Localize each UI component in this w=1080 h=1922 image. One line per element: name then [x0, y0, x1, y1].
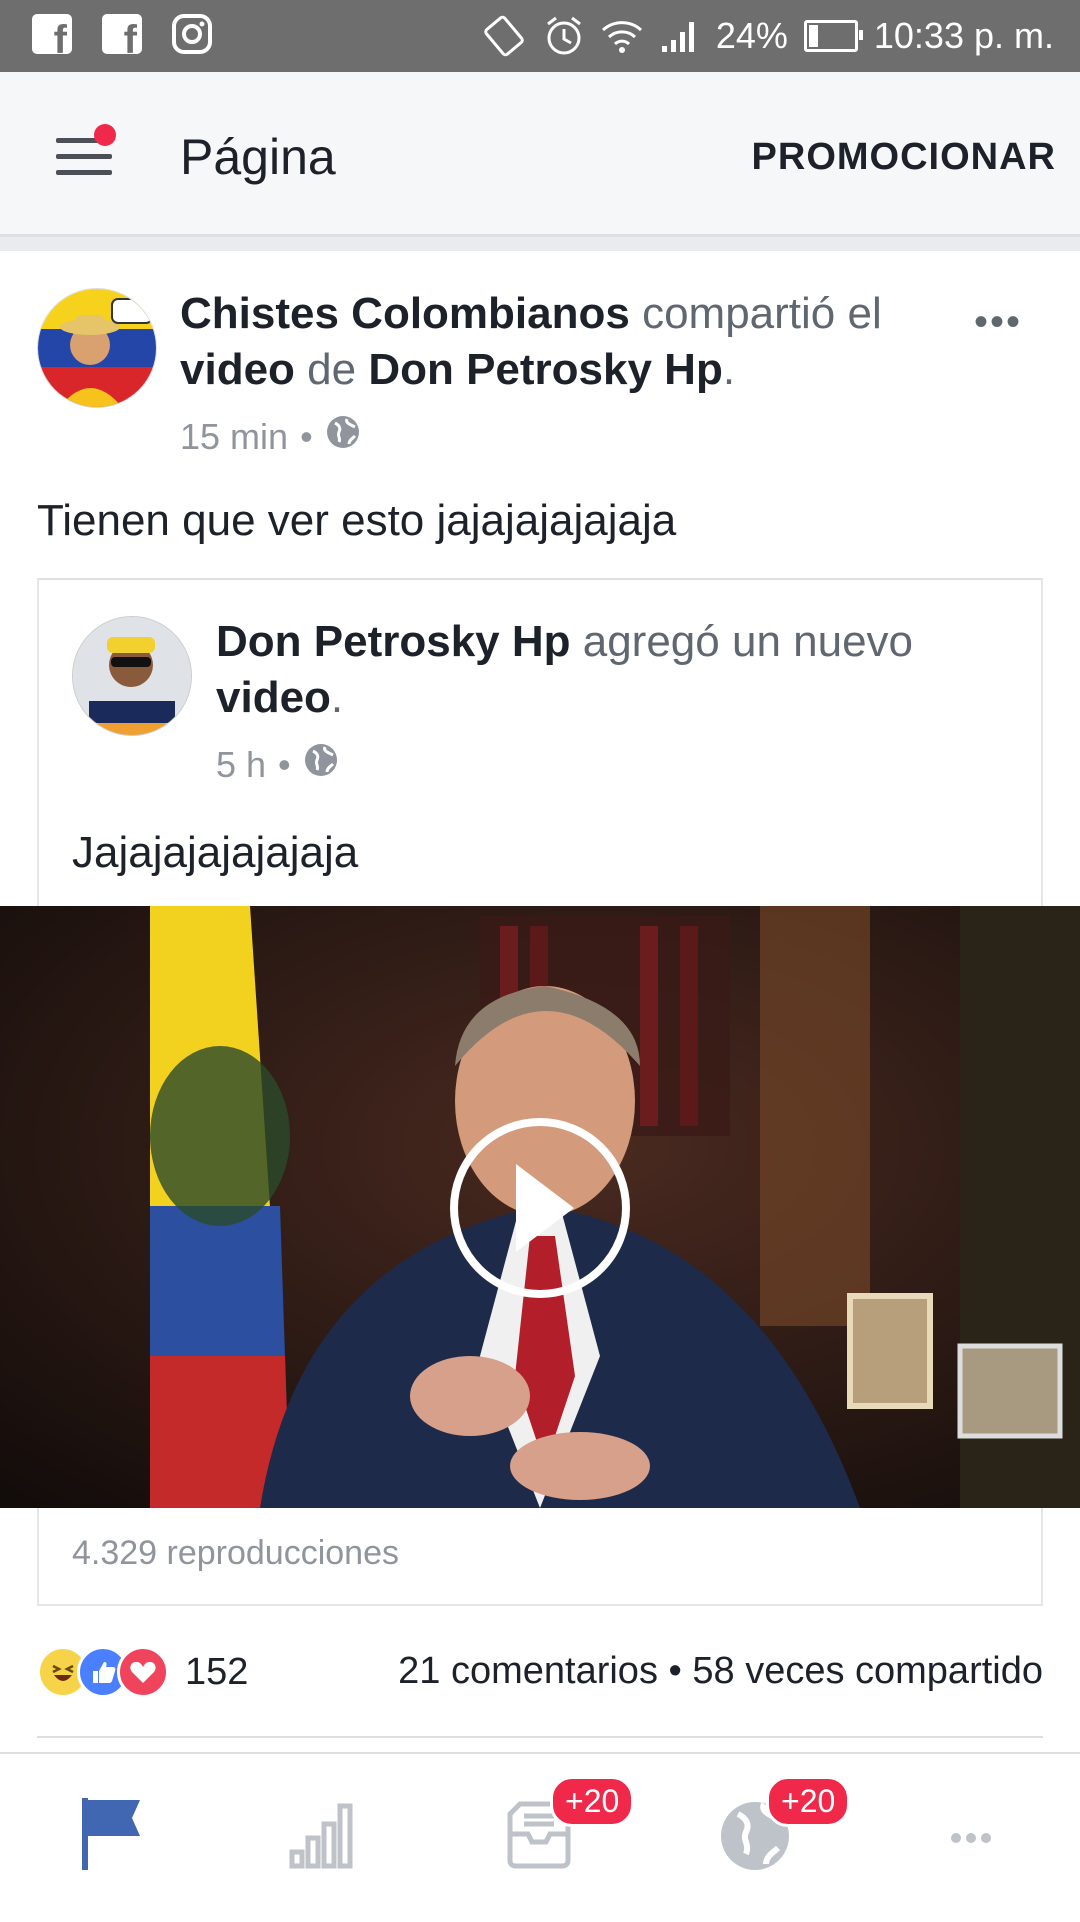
shared-video-link[interactable]: video — [216, 673, 331, 722]
post-meta: 15 min • — [180, 414, 361, 459]
shared-page-name-link[interactable]: Don Petrosky Hp — [216, 617, 571, 666]
play-icon[interactable] — [454, 1122, 626, 1294]
notification-dot — [94, 124, 116, 146]
video-link[interactable]: video — [180, 345, 295, 394]
instagram-notification-icon — [170, 12, 214, 56]
page-title: Página — [180, 129, 336, 185]
page-avatar[interactable] — [37, 288, 157, 408]
globe-icon — [710, 1802, 800, 1878]
separator — [0, 237, 1080, 251]
nav-insights-tab[interactable] — [280, 1794, 370, 1874]
battery-icon — [803, 20, 863, 52]
shared-post-time[interactable]: 5 h — [216, 744, 266, 786]
shared-post-header: Don Petrosky Hp agregó un nuevo video. — [216, 617, 914, 722]
rotation-icon — [480, 14, 528, 58]
shared-page-avatar[interactable] — [72, 616, 192, 736]
love-reaction-icon — [117, 1646, 169, 1698]
post-text: Tienen que ver esto jajajajajajaja — [37, 496, 677, 545]
reaction-count: 152 — [185, 1650, 249, 1693]
clock: 10:33 p. m. — [873, 15, 1054, 56]
menu-button[interactable] — [56, 124, 116, 178]
nav-more-tab[interactable] — [926, 1794, 1016, 1874]
facebook-notification-icon: f — [30, 12, 74, 56]
inbox-badge: +20 — [550, 1776, 635, 1827]
bottom-nav: +20 +20 — [0, 1752, 1080, 1922]
more-icon — [926, 1833, 1016, 1878]
notifications-badge: +20 — [766, 1776, 851, 1827]
wifi-icon — [600, 16, 644, 56]
post-options-button[interactable]: ••• — [974, 300, 1022, 345]
post-time[interactable]: 15 min — [180, 416, 288, 458]
nav-inbox-tab[interactable]: +20 — [494, 1776, 635, 1874]
status-bar: f f 24% 10:33 p. m. — [0, 0, 1080, 72]
shared-post-text: Jajajajajajajaja — [72, 828, 359, 877]
inbox-icon — [494, 1801, 584, 1878]
insights-icon — [280, 1803, 370, 1878]
battery-percent: 24% — [715, 15, 788, 56]
nav-page-tab[interactable] — [66, 1794, 156, 1874]
flag-icon — [66, 1798, 156, 1878]
facebook-notification-icon: f — [100, 12, 144, 56]
shared-post-meta: 5 h • — [216, 742, 339, 787]
globe-icon — [303, 742, 339, 787]
signal-icon — [660, 18, 700, 54]
nav-notifications-tab[interactable]: +20 — [710, 1776, 851, 1874]
page-name-link[interactable]: Chistes Colombianos — [180, 289, 630, 338]
globe-icon — [325, 414, 361, 459]
source-page-link[interactable]: Don Petrosky Hp — [368, 345, 723, 394]
alarm-icon — [544, 14, 584, 58]
post-header: Chistes Colombianos compartió el video d… — [180, 289, 882, 394]
video-player[interactable] — [0, 906, 1080, 1508]
reactions-summary[interactable]: 152 — [37, 1646, 248, 1698]
view-count: 4.329 reproducciones — [72, 1534, 400, 1572]
promote-button[interactable]: PROMOCIONAR — [752, 136, 1056, 179]
app-bar: Página PROMOCIONAR — [0, 72, 1080, 237]
comments-shares-stats[interactable]: 21 comentarios • 58 veces compartido — [398, 1650, 1043, 1693]
divider — [37, 1736, 1043, 1738]
